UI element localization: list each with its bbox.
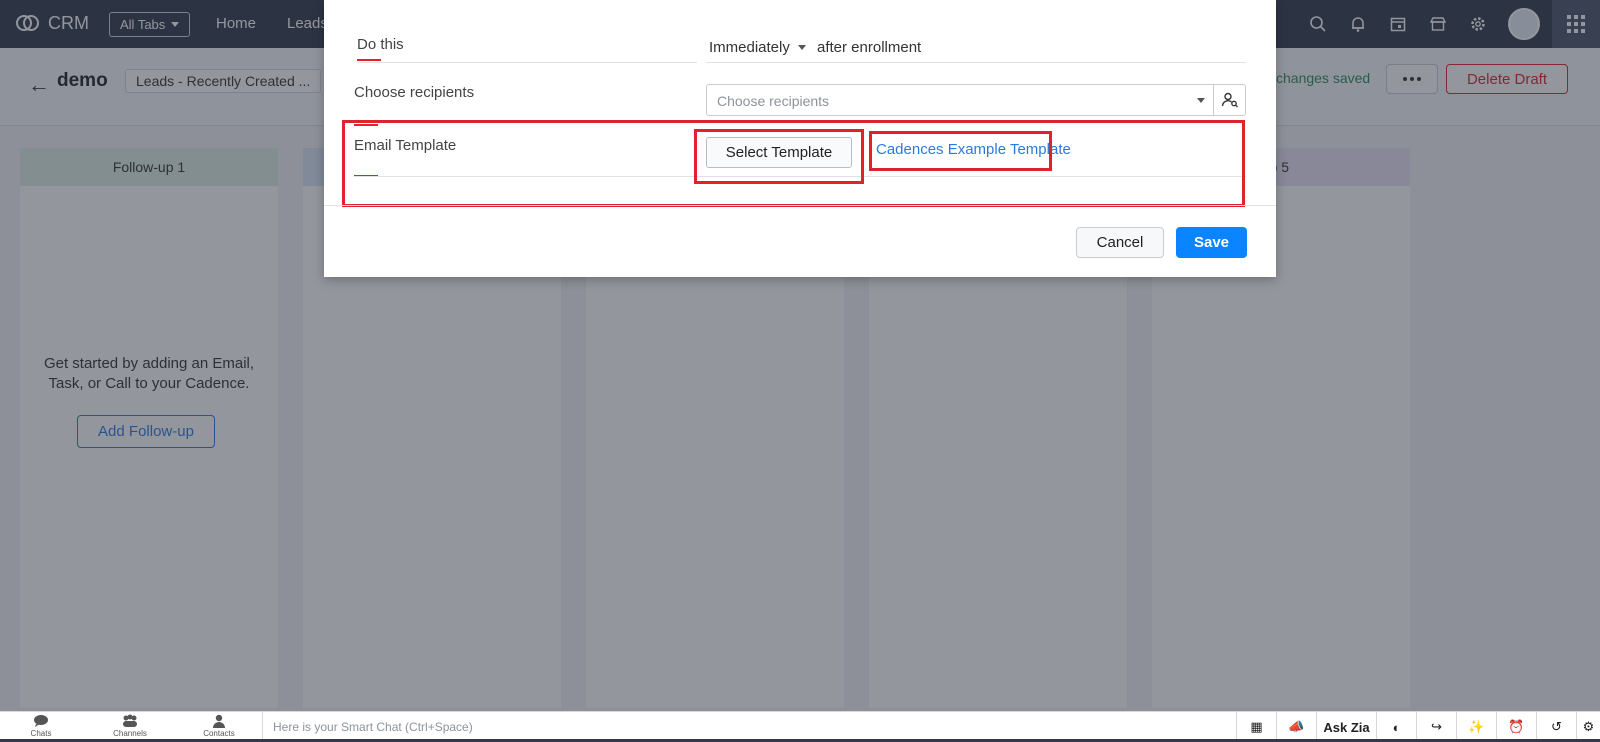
timing-value: Immediately <box>709 39 790 56</box>
highlight-box <box>694 129 864 184</box>
contacts-label: Contacts <box>203 729 235 738</box>
settings-icon[interactable]: ⚙ <box>1576 712 1600 742</box>
highlight-box <box>869 131 1052 171</box>
recipients-placeholder: Choose recipients <box>717 93 830 109</box>
activity-icon[interactable]: ◐ <box>1376 712 1416 742</box>
screen-share-icon[interactable]: ▦ <box>1236 712 1276 742</box>
divider <box>706 62 1246 63</box>
followup-dialog: Do this Immediately after enrollment Cho… <box>324 0 1276 277</box>
chats-button[interactable]: Chats <box>11 714 71 738</box>
channels-label: Channels <box>113 729 147 738</box>
chat-icon <box>34 715 48 727</box>
bottom-tools: ▦ 📣 Ask Zia ◐ ↪ ✨ ⏰ ↺ ⚙ <box>1236 712 1600 742</box>
channels-button[interactable]: Channels <box>100 714 160 738</box>
cancel-button[interactable]: Cancel <box>1076 227 1164 258</box>
do-this-label: Do this <box>357 36 404 53</box>
timing-dropdown[interactable]: Immediately <box>709 39 806 56</box>
history-icon[interactable]: ↺ <box>1536 712 1576 742</box>
divider <box>324 205 1276 206</box>
contacts-button[interactable]: Contacts <box>189 714 249 738</box>
recipients-select[interactable]: Choose recipients <box>706 84 1246 116</box>
ask-zia-button[interactable]: Ask Zia <box>1316 712 1376 742</box>
contacts-icon <box>213 714 225 728</box>
chevron-down-icon <box>1197 98 1205 103</box>
chevron-down-icon <box>797 45 806 50</box>
announcement-icon[interactable]: 📣 <box>1276 712 1316 742</box>
feedback-icon[interactable]: ↪ <box>1416 712 1456 742</box>
channels-icon <box>123 714 137 727</box>
divider <box>357 62 697 63</box>
chats-label: Chats <box>30 729 52 738</box>
save-button[interactable]: Save <box>1176 227 1247 258</box>
recipients-label: Choose recipients <box>354 84 475 101</box>
smart-chat-input[interactable]: Here is your Smart Chat (Ctrl+Space) <box>262 712 1168 742</box>
bottom-bar: Chats Channels Contacts Here is your Sma… <box>0 711 1600 742</box>
zia-icon[interactable]: ✨ <box>1456 712 1496 742</box>
field-marker <box>357 59 381 61</box>
user-search-icon[interactable] <box>1213 85 1245 115</box>
timing-suffix: after enrollment <box>817 39 922 56</box>
alarm-icon[interactable]: ⏰ <box>1496 712 1536 742</box>
